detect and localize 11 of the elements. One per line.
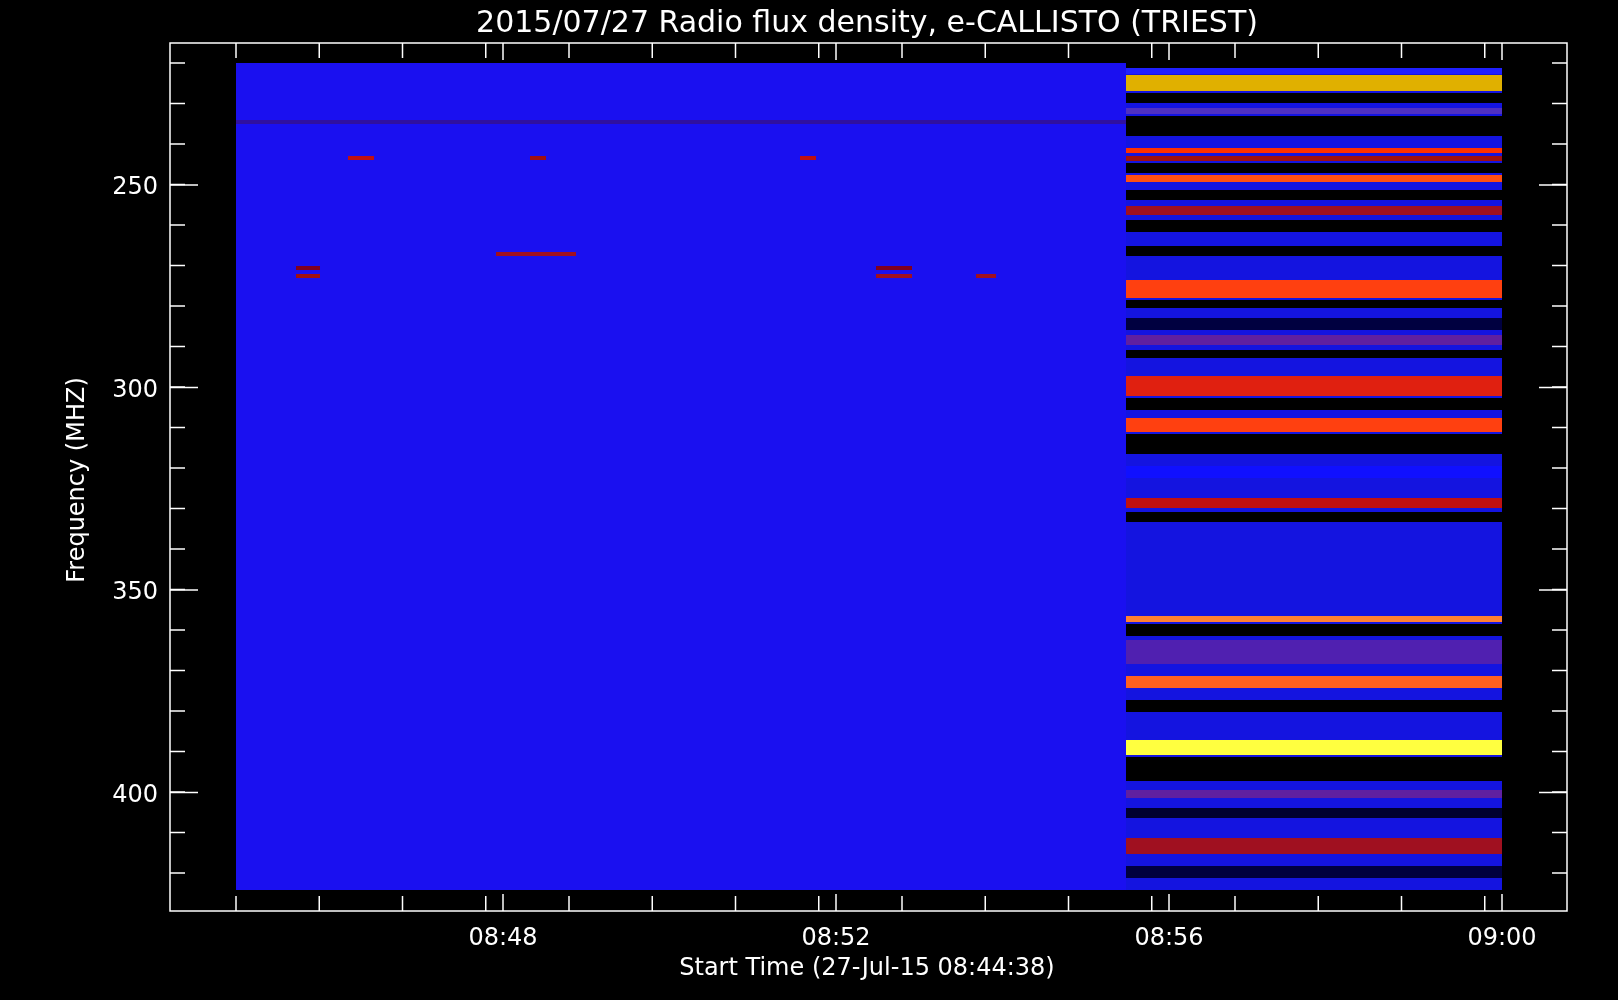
x-axis-label: Start Time (27-Jul-15 08:44:38) <box>679 953 1055 981</box>
y-axis-label: Frequency (MHZ) <box>62 377 90 583</box>
x-tick-label: 08:52 <box>801 923 871 951</box>
y-tick-label: 250 <box>112 172 158 200</box>
chart-title: 2015/07/27 Radio flux density, e-CALLISTO (TRIEST) <box>476 4 1258 39</box>
x-tick-label: 08:48 <box>468 923 538 951</box>
x-tick-label: 08:56 <box>1134 923 1204 951</box>
y-tick-label: 300 <box>112 374 158 403</box>
y-tick-label: 350 <box>112 577 158 605</box>
y-tick-label: 400 <box>112 779 158 808</box>
x-tick-label: 09:00 <box>1467 923 1537 951</box>
